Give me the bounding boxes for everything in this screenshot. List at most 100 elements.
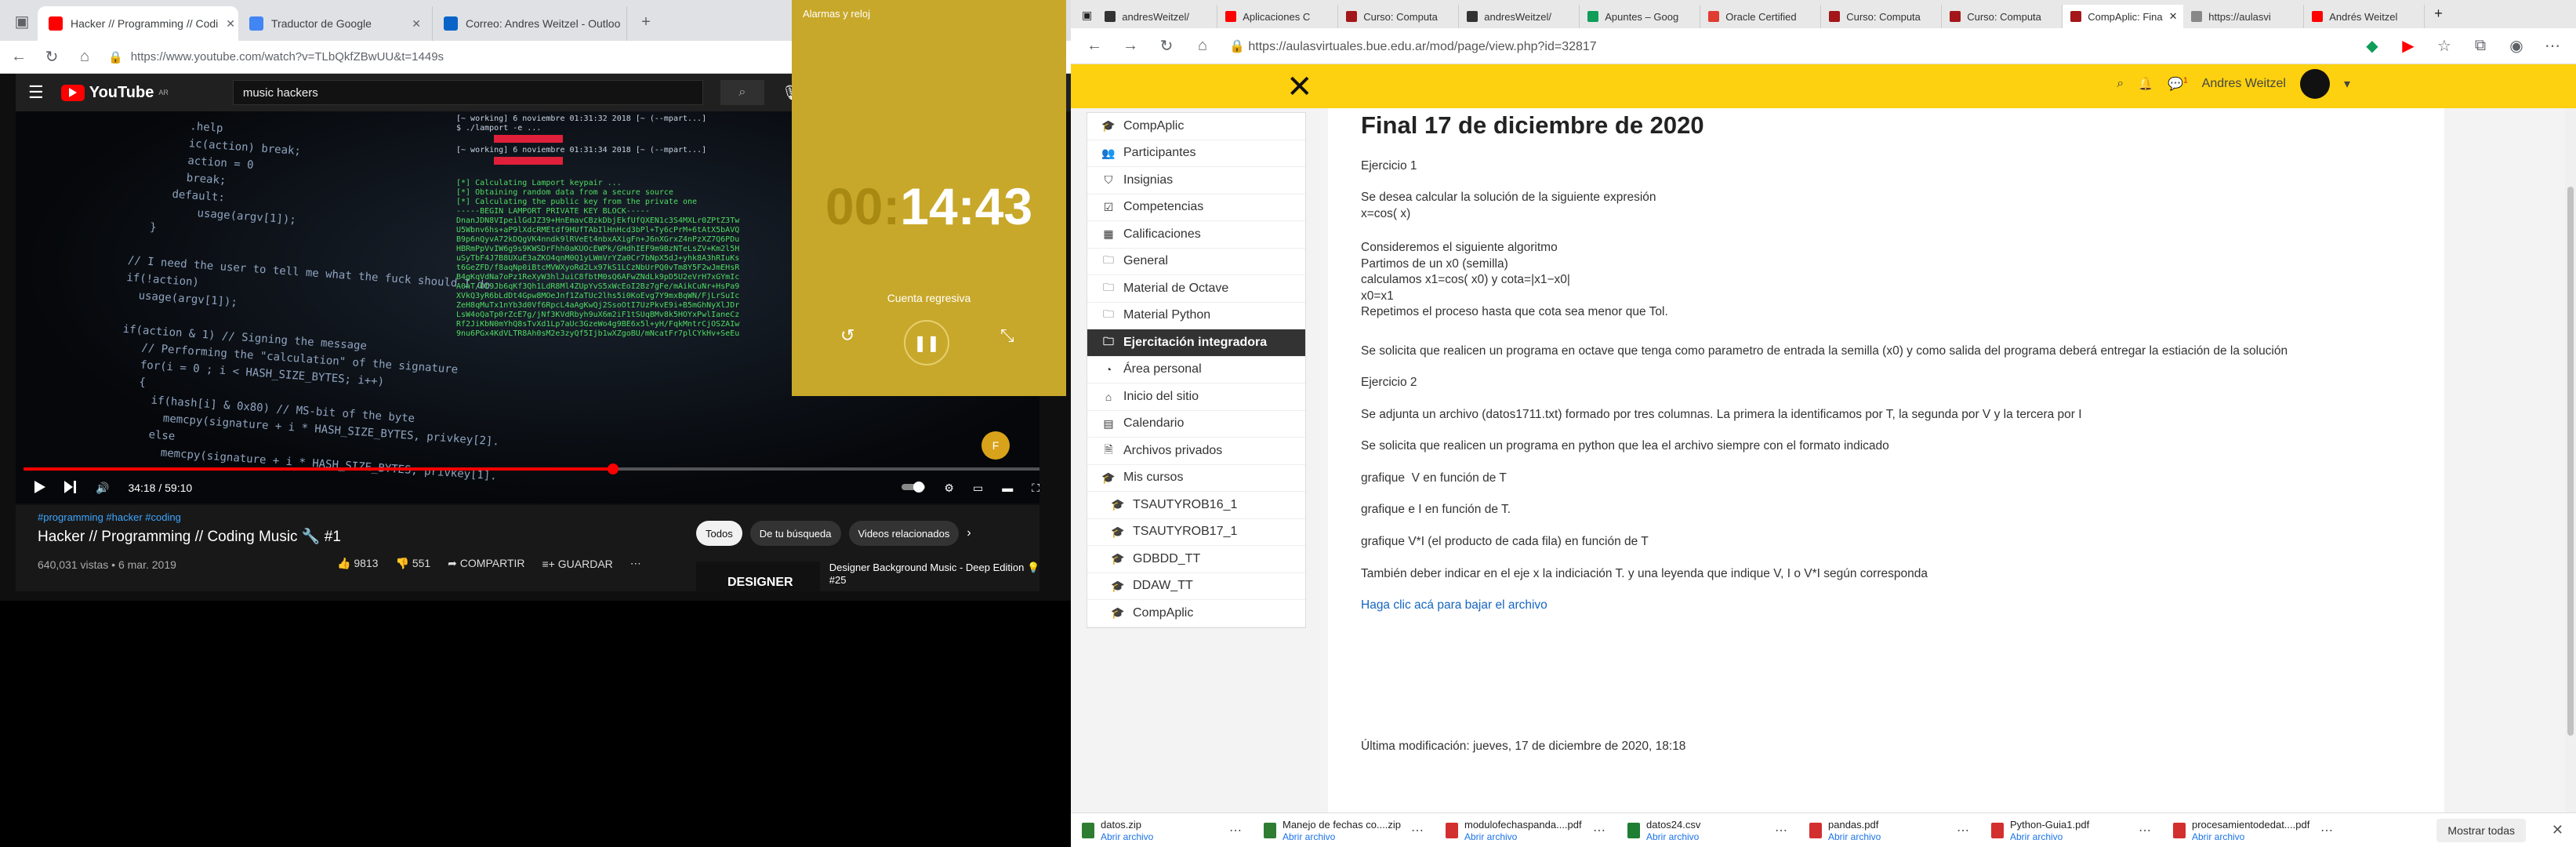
scrollbar-thumb[interactable]: [2567, 187, 2574, 736]
search-icon[interactable]: ⌕: [2117, 77, 2124, 91]
nav-item-gdbdd-tt[interactable]: 🎓 GDBDD_TT: [1087, 546, 1305, 573]
download-item[interactable]: modulofechaspanda....pdf Abrir archivo ⋯: [1435, 819, 1616, 842]
tab-2[interactable]: Correo: Andres Weitzel - Outloo✕: [433, 6, 627, 41]
volume-icon[interactable]: 🔊: [96, 482, 109, 495]
reset-icon[interactable]: ↺: [840, 325, 854, 346]
miniplayer-icon[interactable]: ▭: [973, 482, 983, 495]
download-file-link[interactable]: Haga clic acá para bajar el archivo: [1361, 598, 1547, 614]
more-options-icon[interactable]: ⋯: [630, 557, 641, 570]
download-item[interactable]: procesamientodedat....pdf Abrir archivo ⋯: [2162, 819, 2344, 842]
download-item[interactable]: Python-Guia1.pdf Abrir archivo ⋯: [1980, 819, 2162, 842]
video-progress-bar[interactable]: [24, 463, 1039, 474]
download-item[interactable]: datos.zip Abrir archivo ⋯: [1071, 819, 1253, 842]
collections-icon[interactable]: ⧉: [2471, 37, 2490, 55]
tab-10[interactable]: Andrés Weitzel: [2304, 5, 2425, 28]
share-button[interactable]: ➦ COMPARTIR: [448, 557, 524, 570]
search-button[interactable]: ⌕: [720, 80, 764, 105]
nav-item-calendario[interactable]: ▤ Calendario: [1087, 411, 1305, 438]
back-icon[interactable]: ←: [9, 48, 28, 66]
nav-item-participantes[interactable]: 👥 Participantes: [1087, 140, 1305, 167]
next-icon[interactable]: [64, 480, 77, 496]
tab-8[interactable]: CompAplic: Fina ✕: [2063, 5, 2184, 28]
more-options-icon[interactable]: ⋯: [1775, 823, 1787, 838]
user-menu[interactable]: ⌕ 🔔 💬1 Andres Weitzel ▾: [2117, 69, 2350, 99]
nav-item-insignias[interactable]: ⛉ Insignias: [1087, 167, 1305, 194]
favorite-icon[interactable]: ☆: [2435, 36, 2454, 56]
youtube-logo[interactable]: YouTube AR: [60, 84, 169, 102]
tab-9[interactable]: https://aulasvi: [2183, 5, 2305, 28]
messages-icon[interactable]: 💬1: [2168, 76, 2187, 92]
tab-2[interactable]: Curso: Computa: [1338, 5, 1460, 28]
pause-button[interactable]: ❚❚: [904, 320, 949, 365]
url-field[interactable]: 🔒 https://www.youtube.com/watch?v=TLbQkfZ…: [108, 50, 831, 64]
channel-watermark[interactable]: F: [981, 431, 1010, 460]
nav-item-inicio-del-sitio[interactable]: ⌂ Inicio del sitio: [1087, 384, 1305, 411]
open-file-link[interactable]: Abrir archivo: [1101, 831, 1153, 842]
chip-related[interactable]: Videos relacionados: [848, 521, 960, 546]
tab-1[interactable]: Aplicaciones C: [1217, 5, 1339, 28]
nav-item-archivos-privados[interactable]: 🗎 Archivos privados: [1087, 438, 1305, 465]
home-icon[interactable]: ⌂: [1193, 37, 1212, 55]
close-icon[interactable]: ✕: [2169, 10, 2178, 23]
nav-item-tsautyrob16-1[interactable]: 🎓 TSAUTYROB16_1: [1087, 492, 1305, 519]
tab-3[interactable]: andresWeitzel/: [1459, 5, 1580, 28]
more-options-icon[interactable]: ⋯: [1229, 823, 1242, 838]
download-item[interactable]: Manejo de fechas co....zip Abrir archivo ⋯: [1253, 819, 1435, 842]
more-icon[interactable]: ⋯: [2543, 36, 2562, 56]
tab-actions-icon[interactable]: ▣: [1082, 9, 1092, 22]
open-file-link[interactable]: Abrir archivo: [1646, 831, 1700, 842]
tab-6[interactable]: Curso: Computa: [1821, 5, 1943, 28]
autoplay-toggle[interactable]: [902, 481, 926, 495]
reload-icon[interactable]: ↻: [42, 47, 61, 67]
nav-item-ejercitaci-n-integradora[interactable]: 🗀 Ejercitación integradora: [1087, 329, 1305, 357]
reload-icon[interactable]: ↻: [1157, 36, 1176, 56]
close-icon[interactable]: ✕: [412, 17, 421, 31]
recommended-video[interactable]: DESIGNER Designer Background Music - Dee…: [696, 562, 1041, 591]
tab-actions-icon[interactable]: ▣: [13, 12, 31, 31]
search-input[interactable]: music hackers: [232, 80, 703, 105]
open-file-link[interactable]: Abrir archivo: [1828, 831, 1881, 842]
settings-gear-icon[interactable]: ⚙: [944, 482, 954, 495]
show-all-downloads-button[interactable]: Mostrar todas: [2436, 818, 2526, 842]
more-options-icon[interactable]: ⋯: [1593, 823, 1605, 838]
more-options-icon[interactable]: ⋯: [2139, 823, 2151, 838]
notification-bell-icon[interactable]: 🔔: [2138, 76, 2153, 92]
close-drawer-icon[interactable]: ✕: [1286, 69, 1313, 105]
close-icon[interactable]: ✕: [226, 17, 235, 31]
fullscreen-icon[interactable]: ⛶: [1032, 482, 1039, 495]
tab-0[interactable]: Hacker // Programming // Codi ✕: [38, 6, 238, 41]
dislike-button[interactable]: 👎 551: [395, 557, 430, 570]
play-icon[interactable]: [34, 480, 45, 496]
tab-5[interactable]: Oracle Certified: [1700, 5, 1822, 28]
save-button[interactable]: ≡+ GUARDAR: [542, 558, 613, 570]
nav-item--rea-personal[interactable]: ◔ Área personal: [1087, 357, 1305, 384]
video-tags[interactable]: #programming #hacker #coding: [38, 511, 181, 523]
open-file-link[interactable]: Abrir archivo: [2192, 831, 2309, 842]
profile-icon[interactable]: ◉: [2507, 36, 2526, 56]
nav-item-competencias[interactable]: ☑ Competencias: [1087, 194, 1305, 221]
new-tab-button[interactable]: +: [2434, 5, 2443, 22]
chip-all[interactable]: Todos: [696, 521, 742, 546]
open-file-link[interactable]: Abrir archivo: [1283, 831, 1401, 842]
nav-item-material-de-octave[interactable]: 🗀 Material de Octave: [1087, 275, 1305, 303]
more-options-icon[interactable]: ⋯: [1957, 823, 1969, 838]
new-tab-button[interactable]: +: [637, 13, 655, 31]
chevron-right-icon[interactable]: ›: [967, 526, 971, 540]
nav-item-calificaciones[interactable]: ▦ Calificaciones: [1087, 221, 1305, 249]
theater-mode-icon[interactable]: ▬: [1002, 482, 1013, 494]
progress-knob[interactable]: [607, 463, 619, 474]
menu-icon[interactable]: ☰: [28, 82, 44, 103]
chip-from-search[interactable]: De tu búsqueda: [749, 521, 841, 546]
more-options-icon[interactable]: ⋯: [2320, 823, 2333, 838]
nav-item-general[interactable]: 🗀 General: [1087, 249, 1305, 275]
home-icon[interactable]: ⌂: [75, 48, 94, 66]
nav-item-compaplic[interactable]: 🎓 CompAplic: [1087, 113, 1305, 140]
tab-1[interactable]: Traductor de Google ✕: [238, 6, 433, 41]
nav-item-tsautyrob17-1[interactable]: 🎓 TSAUTYROB17_1: [1087, 519, 1305, 546]
download-item[interactable]: pandas.pdf Abrir archivo ⋯: [1798, 819, 1980, 842]
tab-7[interactable]: Curso: Computa: [1942, 5, 2063, 28]
nav-item-compaplic[interactable]: 🎓 CompAplic: [1087, 600, 1305, 627]
page-scrollbar[interactable]: [2565, 108, 2576, 812]
forward-icon[interactable]: →: [1121, 37, 1140, 55]
close-downloads-icon[interactable]: ✕: [2552, 822, 2563, 838]
